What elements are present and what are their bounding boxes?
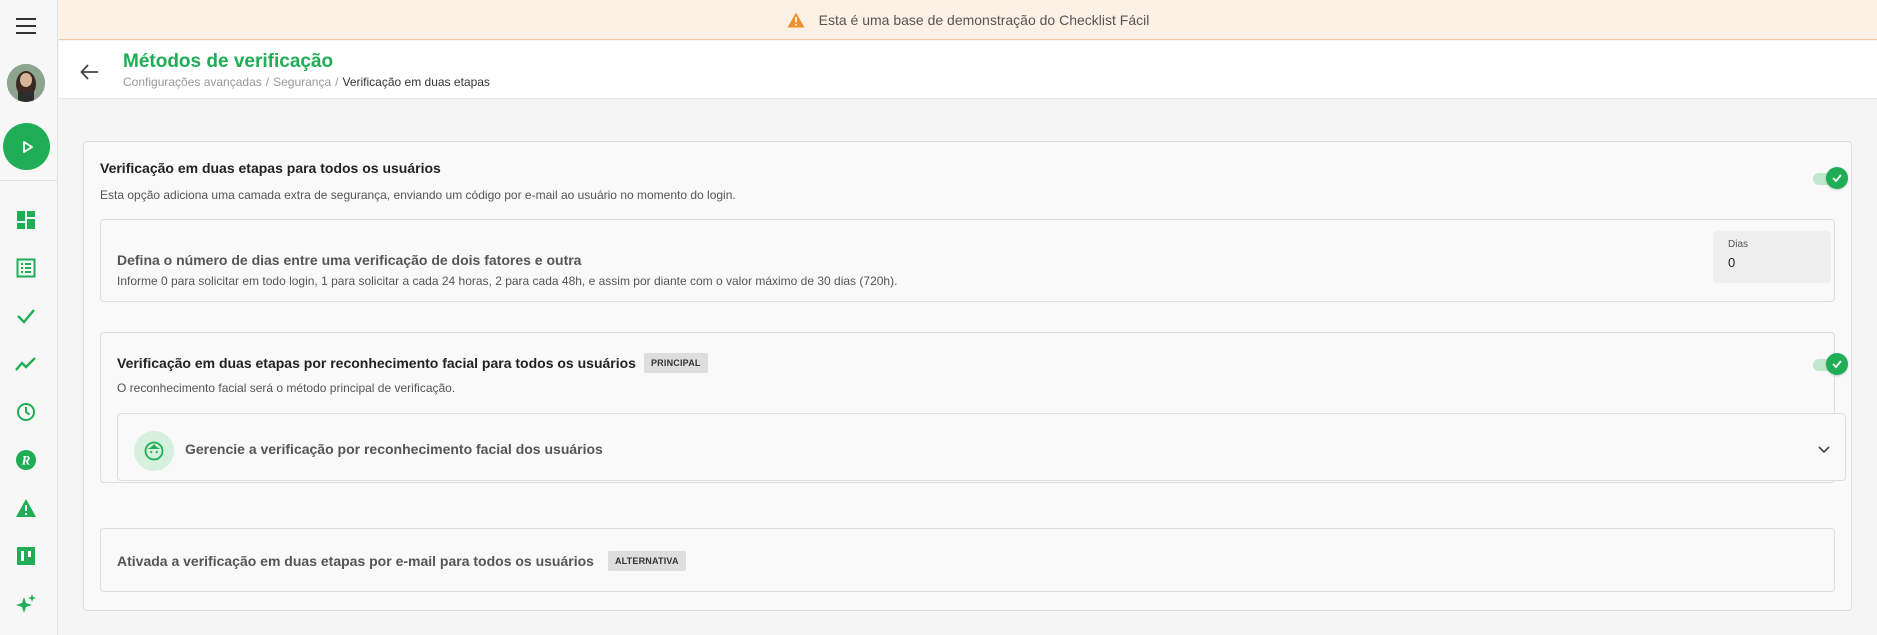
two-factor-description: Esta opção adiciona uma camada extra de … [100,188,736,202]
days-interval-card: Defina o número de dias entre uma verifi… [100,219,1835,302]
breadcrumb-item-advanced-settings[interactable]: Configurações avançadas [123,75,262,89]
page-header: Métodos de verificação Configurações ava… [59,41,1877,99]
alternativa-badge: ALTERNATIVA [607,551,686,571]
menu-icon[interactable] [16,18,36,34]
facial-recognition-description: O reconhecimento facial será o método pr… [117,381,456,395]
facial-recognition-manage-accordion[interactable]: Gerencie a verificação por reconheciment… [117,413,1846,481]
days-input-value: 0 [1728,255,1736,270]
breadcrumb-separator: / [265,75,270,89]
principal-badge: PRINCIPAL [643,353,708,373]
check-icon[interactable] [14,304,38,328]
chevron-down-icon [1818,446,1830,454]
two-factor-toggle[interactable] [1811,167,1848,189]
check-icon [1832,174,1842,183]
back-button[interactable] [79,61,101,83]
clock-icon[interactable] [14,400,38,424]
r-logo-icon[interactable]: R [14,448,38,472]
demo-banner: Esta é uma base de demonstração do Check… [59,0,1877,40]
check-icon [1832,360,1842,369]
facial-recognition-card: Verificação em duas etapas por reconheci… [100,332,1848,483]
play-icon [22,140,33,153]
days-input[interactable]: Dias 0 [1713,231,1831,283]
email-verification-title: Ativada a verificação em duas etapas por… [117,553,594,569]
two-factor-title: Verificação em duas etapas para todos os… [100,160,441,176]
email-verification-card: Ativada a verificação em duas etapas por… [100,528,1835,592]
breadcrumb-item-current: Verificação em duas etapas [342,75,490,89]
sidebar-divider [0,180,58,181]
dashboard-icon[interactable] [14,208,38,232]
days-interval-description: Informe 0 para solicitar em todo login, … [117,274,898,288]
warning-icon [787,12,805,27]
facial-recognition-title: Verificação em duas etapas por reconheci… [117,355,636,371]
play-button[interactable] [3,123,50,170]
sidebar: R [0,0,58,635]
board-icon[interactable] [14,544,38,568]
checklist-icon[interactable] [14,256,38,280]
page-title: Métodos de verificação [123,51,334,72]
breadcrumb-separator: / [335,75,339,89]
trending-icon[interactable] [14,352,38,376]
email-verification-title-row: Ativada a verificação em duas etapas por… [117,551,686,571]
breadcrumb-item-security[interactable]: Segurança [273,75,331,89]
two-factor-card: Verificação em duas etapas para todos os… [83,141,1852,611]
banner-text: Esta é uma base de demonstração do Check… [818,11,1150,28]
days-input-label: Dias [1728,239,1749,250]
face-icon [134,431,174,471]
days-interval-title: Defina o número de dias entre uma verifi… [117,252,582,268]
facial-recognition-manage-label: Gerencie a verificação por reconheciment… [185,441,603,457]
warning-icon[interactable] [14,496,38,520]
facial-recognition-toggle[interactable] [1811,353,1848,375]
svg-text:R: R [21,453,31,468]
breadcrumb: Configurações avançadas / Segurança / Ve… [123,75,490,89]
sparkle-icon[interactable] [14,592,38,616]
arrow-left-icon [80,64,98,80]
facial-recognition-title-row: Verificação em duas etapas por reconheci… [117,353,708,373]
avatar[interactable] [7,64,45,102]
